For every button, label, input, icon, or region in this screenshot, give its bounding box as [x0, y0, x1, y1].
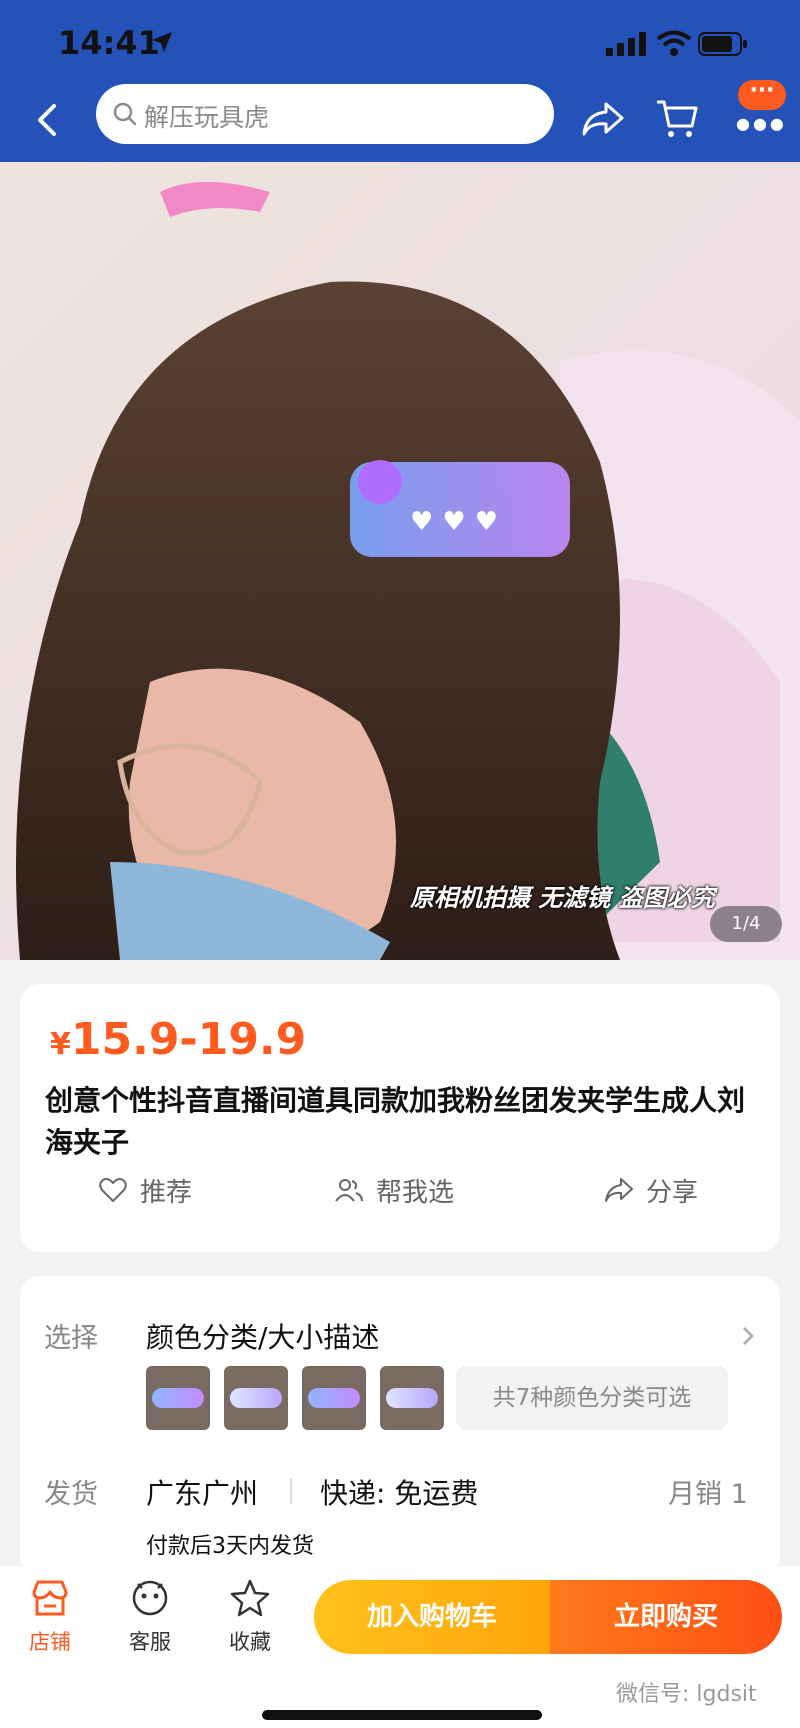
add-to-cart-button[interactable]: 加入购物车	[314, 1580, 550, 1654]
recommend-label: 推荐	[140, 1177, 193, 1208]
search-icon	[113, 102, 137, 126]
bottom-action-bar: 店铺 客服 收藏 加入购物车 立即购买 微信号: lgdsit	[0, 1566, 800, 1728]
ship-label: 发货	[44, 1479, 98, 1510]
variant-thumbnail[interactable]	[224, 1366, 288, 1430]
product-info-card: ¥15.9-19.9 创意个性抖音直播间道具同款加我粉丝团发夹学生成人刘海夹子 …	[20, 984, 780, 1252]
divider	[290, 1478, 292, 1504]
product-title: 创意个性抖音直播间道具同款加我粉丝团发夹学生成人刘海夹子	[45, 1084, 746, 1159]
variant-thumbnail[interactable]	[302, 1366, 366, 1430]
currency-symbol: ¥	[50, 1027, 71, 1062]
variant-swatch	[152, 1388, 204, 1408]
sku-card: 选择 颜色分类/大小描述 共7种颜色分类可选 发货 广东广州 快递: 免运费 月…	[20, 1276, 780, 1576]
more-dots-icon: ●●●	[736, 114, 787, 133]
star-icon	[230, 1579, 270, 1617]
price: ¥15.9-19.9	[50, 1014, 306, 1065]
recommend-button[interactable]: 推荐	[98, 1170, 192, 1210]
store-label: 店铺	[29, 1630, 71, 1654]
wifi-icon	[656, 30, 692, 56]
customer-service-label: 客服	[129, 1630, 171, 1654]
home-indicator[interactable]	[262, 1710, 542, 1720]
status-time: 14:41	[58, 24, 160, 62]
chevron-right-icon[interactable]	[738, 1324, 758, 1348]
help-choose-button[interactable]: 帮我选	[334, 1170, 454, 1210]
price-range: 15.9-19.9	[70, 1014, 307, 1065]
share-arrow-icon	[605, 1178, 633, 1202]
battery-icon	[698, 32, 747, 56]
ship-location: 广东广州	[146, 1477, 259, 1510]
image-page-indicator: 1/4	[710, 906, 782, 942]
product-photo: ♥ ♥ ♥	[0, 162, 800, 960]
more-variants-button[interactable]: 共7种颜色分类可选	[456, 1366, 728, 1430]
product-page: 14:41 解压玩具虎 ··· ●●● ♥ ♥ ♥ 原相机拍摄 无滤镜 盗图必究…	[0, 0, 800, 1728]
help-choose-label: 帮我选	[376, 1177, 455, 1208]
top-bar: 14:41 解压玩具虎 ··· ●●●	[0, 0, 800, 162]
search-placeholder: 解压玩具虎	[144, 103, 270, 132]
store-button[interactable]: 店铺	[10, 1578, 90, 1668]
hair-clip: ♥ ♥ ♥	[350, 460, 570, 557]
buy-now-button[interactable]: 立即购买	[550, 1580, 782, 1654]
search-input[interactable]: 解压玩具虎	[96, 84, 554, 144]
variant-swatch	[386, 1388, 438, 1408]
signal-icon	[606, 32, 646, 56]
product-image[interactable]: ♥ ♥ ♥ 原相机拍摄 无滤镜 盗图必究 1/4	[0, 162, 800, 960]
share-label: 分享	[646, 1177, 699, 1208]
more-menu-button[interactable]: ··· ●●●	[730, 80, 790, 140]
svg-text:♥ ♥ ♥: ♥ ♥ ♥	[410, 507, 498, 537]
select-value[interactable]: 颜色分类/大小描述	[146, 1316, 379, 1356]
select-label: 选择	[44, 1323, 98, 1354]
location-arrow-icon	[152, 32, 172, 52]
photo-watermark: 原相机拍摄 无滤镜 盗图必究	[410, 884, 715, 912]
chat-face-icon	[132, 1580, 168, 1616]
variant-swatch	[230, 1388, 282, 1408]
back-button[interactable]	[28, 98, 68, 142]
variant-thumbnail[interactable]	[146, 1366, 210, 1430]
variant-swatch	[308, 1388, 360, 1408]
wechat-watermark: 微信号: lgdsit	[616, 1682, 757, 1707]
people-icon	[335, 1179, 363, 1202]
store-icon	[32, 1580, 68, 1616]
favorite-button[interactable]: 收藏	[210, 1578, 290, 1668]
cart-icon[interactable]	[654, 96, 700, 142]
monthly-sales: 月销 1	[668, 1479, 748, 1510]
ship-note: 付款后3天内发货	[146, 1534, 314, 1559]
message-badge: ···	[738, 80, 786, 110]
share-button[interactable]: 分享	[604, 1170, 698, 1210]
variant-thumbnail[interactable]	[380, 1366, 444, 1430]
heart-icon	[99, 1178, 127, 1203]
share-icon[interactable]	[580, 98, 626, 140]
favorite-label: 收藏	[229, 1630, 271, 1654]
customer-service-button[interactable]: 客服	[110, 1578, 190, 1668]
ship-express: 快递: 免运费	[320, 1477, 479, 1510]
